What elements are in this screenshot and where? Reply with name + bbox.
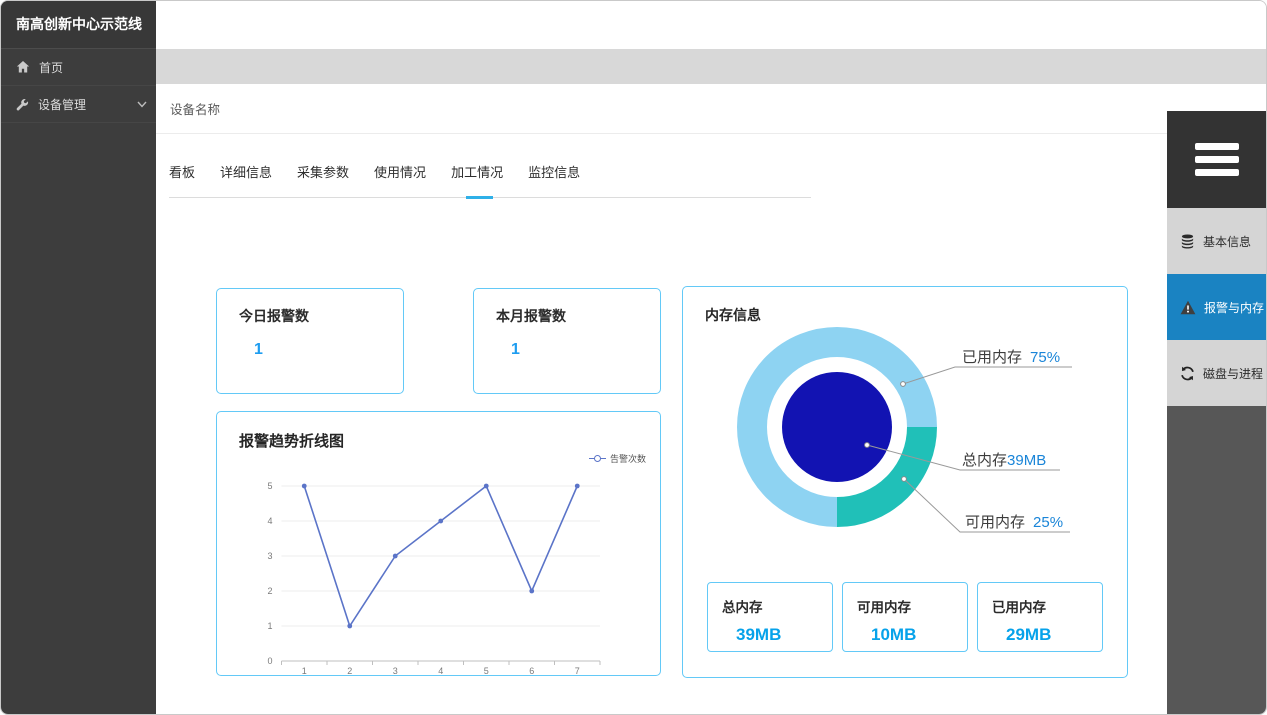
stat-value: 10MB <box>871 625 967 645</box>
callout-free-memory: 可用内存25% <box>902 477 1070 532</box>
svg-text:2: 2 <box>347 666 352 675</box>
today-alarm-card: 今日报警数 1 <box>216 288 404 394</box>
wrench-icon <box>16 98 29 111</box>
svg-text:4: 4 <box>267 516 272 526</box>
rail-item-basic-info[interactable]: 基本信息 <box>1167 208 1266 274</box>
svg-text:5: 5 <box>484 666 489 675</box>
rail-item-disk-process[interactable]: 磁盘与进程 <box>1167 340 1266 406</box>
sidebar-item-home[interactable]: 首页 <box>1 49 156 86</box>
svg-text:3: 3 <box>393 666 398 675</box>
stat-title: 可用内存 <box>857 596 967 616</box>
refresh-icon <box>1180 366 1195 381</box>
top-white-band <box>156 1 1266 49</box>
stat-free-memory: 可用内存 10MB <box>842 582 968 652</box>
stat-used-memory: 已用内存 29MB <box>977 582 1103 652</box>
stat-title: 总内存 <box>722 596 832 616</box>
main-content: 设备名称 看板 详细信息 采集参数 使用情况 加工情况 监控信息 今日报警数 1… <box>156 84 1169 714</box>
stat-value: 39MB <box>736 625 832 645</box>
sidebar-item-label: 首页 <box>39 59 63 76</box>
device-name-label: 设备名称 <box>170 99 220 118</box>
donut-slices <box>752 342 922 512</box>
active-tab-indicator <box>466 196 493 199</box>
card-value: 1 <box>511 341 660 359</box>
sidebar-item-label: 设备管理 <box>38 96 86 113</box>
rail-item-label: 基本信息 <box>1203 233 1251 250</box>
rail-footer-area <box>1167 406 1266 714</box>
chevron-down-icon <box>137 101 147 108</box>
app-title: 南高创新中心示范线 <box>1 1 156 49</box>
rail-spacer <box>1167 84 1266 111</box>
tab-kanban[interactable]: 看板 <box>169 162 195 181</box>
rail-item-label: 报警与内存 <box>1204 299 1264 316</box>
tab-processing[interactable]: 加工情况 <box>451 162 503 181</box>
callout-used-memory: 已用内存75% <box>901 349 1072 386</box>
tab-bar: 看板 详细信息 采集参数 使用情况 加工情况 监控信息 <box>169 162 811 198</box>
svg-text:1: 1 <box>302 666 307 675</box>
home-icon <box>16 60 30 74</box>
stat-title: 已用内存 <box>992 596 1102 616</box>
left-sidebar: 南高创新中心示范线 首页 设备管理 <box>1 1 156 714</box>
tab-monitoring-active[interactable]: 监控信息 <box>528 162 580 181</box>
tab-usage[interactable]: 使用情况 <box>374 162 426 181</box>
right-rail: 基本信息 报警与内存 磁盘与进程 <box>1167 84 1266 714</box>
card-title: 本月报警数 <box>496 306 660 326</box>
svg-text:已用内存75%: 已用内存75% <box>962 349 1060 366</box>
sidebar-item-device-management[interactable]: 设备管理 <box>1 86 156 123</box>
svg-text:5: 5 <box>267 481 272 491</box>
callout-total-memory: 总内存39MB <box>865 443 1060 470</box>
tab-collection-params[interactable]: 采集参数 <box>297 162 349 181</box>
svg-text:3: 3 <box>267 551 272 561</box>
database-icon <box>1180 234 1195 249</box>
top-gray-band <box>156 49 1266 84</box>
svg-text:2: 2 <box>267 586 272 596</box>
rail-item-alarm-memory[interactable]: 报警与内存 <box>1167 274 1266 340</box>
line-chart-svg: 0 1 2 3 4 5 1 2 3 4 5 6 7 <box>217 412 660 675</box>
svg-text:1: 1 <box>267 621 272 631</box>
stat-value: 29MB <box>1006 625 1102 645</box>
rail-menu-button[interactable] <box>1167 111 1266 208</box>
svg-text:6: 6 <box>529 666 534 675</box>
alarm-trend-panel: 报警趋势折线图 告警次数 0123451234567 <box>216 411 661 676</box>
svg-text:0: 0 <box>267 656 272 666</box>
card-title: 今日报警数 <box>239 306 403 326</box>
stat-total-memory: 总内存 39MB <box>707 582 833 652</box>
card-value: 1 <box>254 341 403 359</box>
tab-detail-info[interactable]: 详细信息 <box>220 162 272 181</box>
svg-text:总内存39MB: 总内存39MB <box>962 452 1046 469</box>
month-alarm-card: 本月报警数 1 <box>473 288 661 394</box>
hamburger-icon <box>1195 143 1239 150</box>
app-window: 南高创新中心示范线 首页 设备管理 设备名称 看板 详细信息 采集参数 <box>0 0 1267 715</box>
svg-text:4: 4 <box>438 666 443 675</box>
warning-icon <box>1180 300 1196 315</box>
svg-text:7: 7 <box>575 666 580 675</box>
rail-item-label: 磁盘与进程 <box>1203 365 1263 382</box>
memory-info-panel: 内存信息 已用内存75% 总内存39MB <box>682 286 1128 678</box>
svg-text:可用内存25%: 可用内存25% <box>965 514 1063 531</box>
device-name-header: 设备名称 <box>156 84 1169 134</box>
